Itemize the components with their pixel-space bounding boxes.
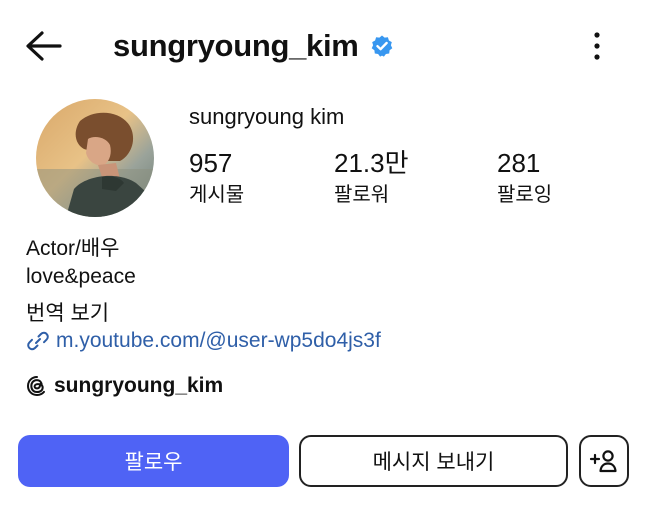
follow-button[interactable]: 팔로우 (18, 435, 289, 487)
avatar[interactable] (36, 99, 154, 217)
translate-link[interactable]: 번역 보기 (26, 297, 109, 327)
more-vertical-icon (594, 32, 600, 60)
threads-badge[interactable]: sungryoung_kim (26, 374, 223, 398)
back-button[interactable] (22, 26, 66, 66)
back-arrow-icon (26, 31, 62, 61)
followers-count: 21.3만 (334, 148, 409, 178)
link-icon (27, 331, 49, 351)
message-button[interactable]: 메시지 보내기 (299, 435, 568, 487)
bio-line: Actor/배우 (26, 237, 120, 260)
threads-icon (27, 376, 45, 396)
stat-posts[interactable]: 957 게시물 (189, 147, 244, 211)
posts-count: 957 (189, 148, 233, 178)
display-name: sungryoung kim (189, 104, 345, 129)
top-bar: sungryoung_kim (0, 0, 648, 90)
avatar-image (36, 99, 154, 217)
add-person-icon (589, 450, 617, 473)
profile-link[interactable]: m.youtube.com/@user-wp5do4js3f (26, 329, 381, 353)
stat-following[interactable]: 281 팔로잉 (497, 147, 552, 211)
verified-badge-icon (371, 35, 392, 57)
followers-label: 팔로워 (334, 184, 390, 206)
following-label: 팔로잉 (497, 184, 553, 206)
following-count: 281 (497, 148, 541, 178)
profile-link-text: m.youtube.com/@user-wp5do4js3f (56, 329, 381, 352)
more-options-button[interactable] (582, 26, 612, 66)
profile-username-header: sungryoung_kim (113, 24, 394, 68)
bio-line: love&peace (26, 265, 136, 288)
suggested-accounts-button[interactable] (579, 435, 629, 487)
stat-followers[interactable]: 21.3만 팔로워 (334, 147, 409, 211)
page-title: sungryoung_kim (113, 28, 359, 63)
posts-label: 게시물 (189, 184, 245, 206)
threads-handle: sungryoung_kim (54, 374, 224, 397)
